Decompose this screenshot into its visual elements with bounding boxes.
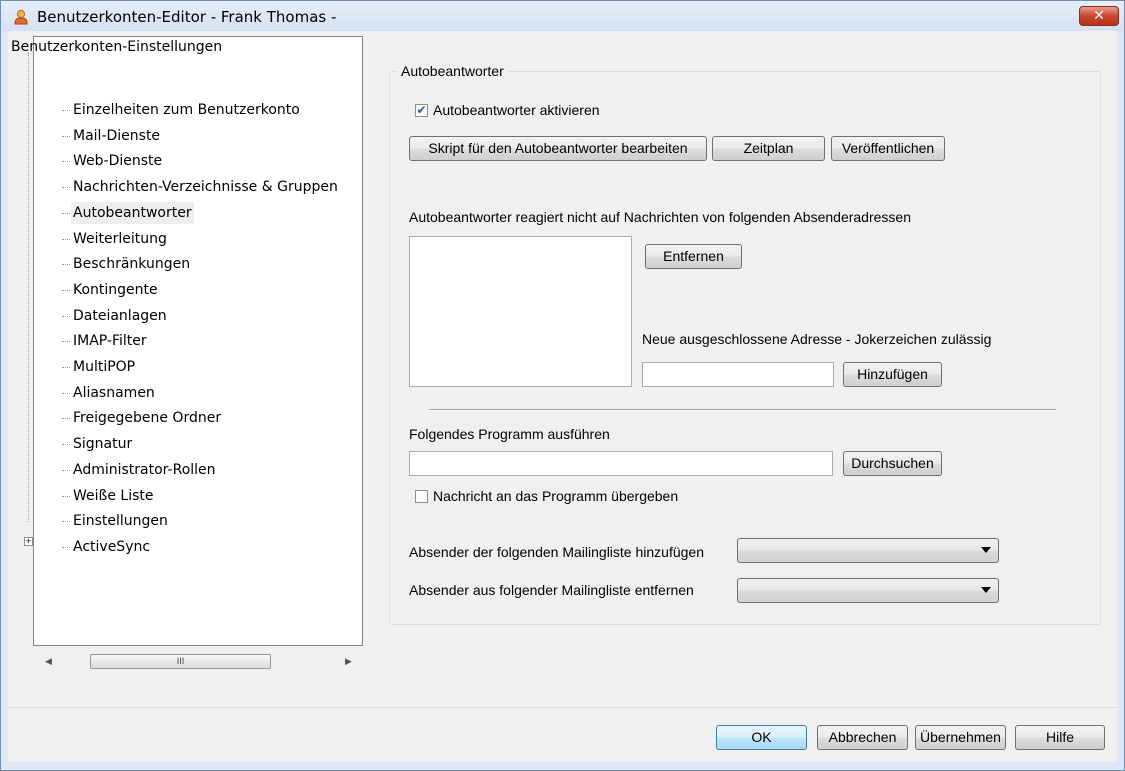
tree-horizontal-scrollbar[interactable]: ◀ III ▶ (34, 653, 360, 670)
tree-connector-tick (62, 161, 70, 162)
sidebar-item[interactable]: Autobeantworter (71, 202, 194, 224)
sidebar-item[interactable]: MultiPOP (71, 356, 137, 378)
sidebar-item[interactable]: Signatur (71, 433, 134, 455)
exclusion-label: Autobeantworter reagiert nicht auf Nachr… (409, 209, 911, 225)
tree-connector-tick (62, 290, 70, 291)
sidebar-item[interactable]: Kontingente (71, 279, 160, 301)
browse-button[interactable]: Durchsuchen (843, 451, 942, 476)
tree-connector-tick (62, 470, 70, 471)
new-exclusion-input[interactable] (642, 362, 834, 387)
sidebar-item[interactable]: Aliasnamen (71, 382, 157, 404)
sidebar-item[interactable]: Weiterleitung (71, 228, 169, 250)
add-to-list-dropdown[interactable] (737, 538, 999, 563)
sidebar-item[interactable]: ActiveSync (71, 536, 152, 558)
publish-button[interactable]: Veröffentlichen (831, 136, 945, 161)
add-button[interactable]: Hinzufügen (843, 362, 942, 387)
pass-message-checkbox[interactable] (415, 490, 428, 503)
chevron-down-icon (981, 547, 991, 553)
tree-connector-tick (62, 316, 70, 317)
tree-connector-tick (62, 110, 70, 111)
sidebar-item[interactable]: Administrator-Rollen (71, 459, 218, 481)
program-path-input[interactable] (409, 451, 833, 476)
sidebar-item[interactable]: Weiße Liste (71, 485, 156, 507)
enable-autoresponder-checkbox[interactable]: ✔ (415, 104, 428, 117)
remove-from-list-label: Absender aus folgender Mailingliste entf… (409, 582, 694, 598)
scroll-left-icon[interactable]: ◀ (40, 653, 57, 670)
tree-connector-tick (62, 239, 70, 240)
tree-connector-tick (62, 187, 70, 188)
apply-button[interactable]: Übernehmen (915, 725, 1006, 750)
tree-connector-tick (62, 521, 70, 522)
chevron-down-icon (981, 587, 991, 593)
expand-icon[interactable]: + (24, 537, 33, 546)
tree-connector-tick (62, 213, 70, 214)
pass-message-label[interactable]: Nachricht an das Programm übergeben (433, 488, 678, 504)
add-to-list-label: Absender der folgenden Mailingliste hinz… (409, 544, 704, 560)
program-label: Folgendes Programm ausführen (409, 426, 610, 442)
tree-connector-tick (62, 393, 70, 394)
tree-connector-tick (62, 341, 70, 342)
remove-button[interactable]: Entfernen (645, 244, 742, 269)
tree-connector-tick (62, 264, 70, 265)
sidebar-item[interactable]: Einstellungen (71, 510, 170, 532)
sidebar-item[interactable]: IMAP-Filter (71, 330, 149, 352)
cancel-button[interactable]: Abbrechen (817, 725, 908, 750)
tree-connector-tick (62, 136, 70, 137)
tree-connector-tick (62, 496, 70, 497)
sidebar-item[interactable]: Web-Dienste (71, 150, 164, 172)
tree-connector (28, 52, 29, 522)
tree-connector-tick (62, 547, 70, 548)
excluded-addresses-list[interactable] (409, 236, 632, 387)
tree-connector-tick (62, 418, 70, 419)
sidebar-item[interactable]: Freigegebene Ordner (71, 407, 223, 429)
close-button[interactable]: ✕ (1079, 6, 1119, 26)
tree-connector-tick (62, 444, 70, 445)
tree-root[interactable]: Benutzerkonten-Einstellungen (11, 39, 222, 55)
scroll-thumb[interactable]: III (90, 654, 271, 669)
schedule-button[interactable]: Zeitplan (712, 136, 825, 161)
window-title: Benutzerkonten-Editor - Frank Thomas - (37, 8, 337, 26)
sidebar-item[interactable]: Beschränkungen (71, 253, 192, 275)
enable-autoresponder-label[interactable]: Autobeantworter aktivieren (433, 102, 600, 118)
footer-divider (8, 707, 1117, 708)
sidebar-item[interactable]: Nachrichten-Verzeichnisse & Gruppen (71, 176, 340, 198)
sidebar-item[interactable]: Mail-Dienste (71, 125, 162, 147)
title-bar[interactable]: Benutzerkonten-Editor - Frank Thomas - ✕ (1, 1, 1124, 32)
scroll-right-icon[interactable]: ▶ (340, 653, 357, 670)
tree-connector-tick (62, 367, 70, 368)
sidebar-item[interactable]: Einzelheiten zum Benutzerkonto (71, 99, 302, 121)
ok-button[interactable]: OK (716, 725, 807, 750)
user-account-icon (14, 9, 28, 25)
edit-script-button[interactable]: Skript für den Autobeantworter bearbeite… (409, 136, 707, 161)
section-divider (429, 409, 1056, 411)
help-button[interactable]: Hilfe (1015, 725, 1105, 750)
new-exclusion-label: Neue ausgeschlossene Adresse - Jokerzeic… (642, 331, 992, 347)
group-title: Autobeantworter (397, 63, 508, 79)
sidebar-item[interactable]: Dateianlagen (71, 305, 169, 327)
remove-from-list-dropdown[interactable] (737, 578, 999, 603)
